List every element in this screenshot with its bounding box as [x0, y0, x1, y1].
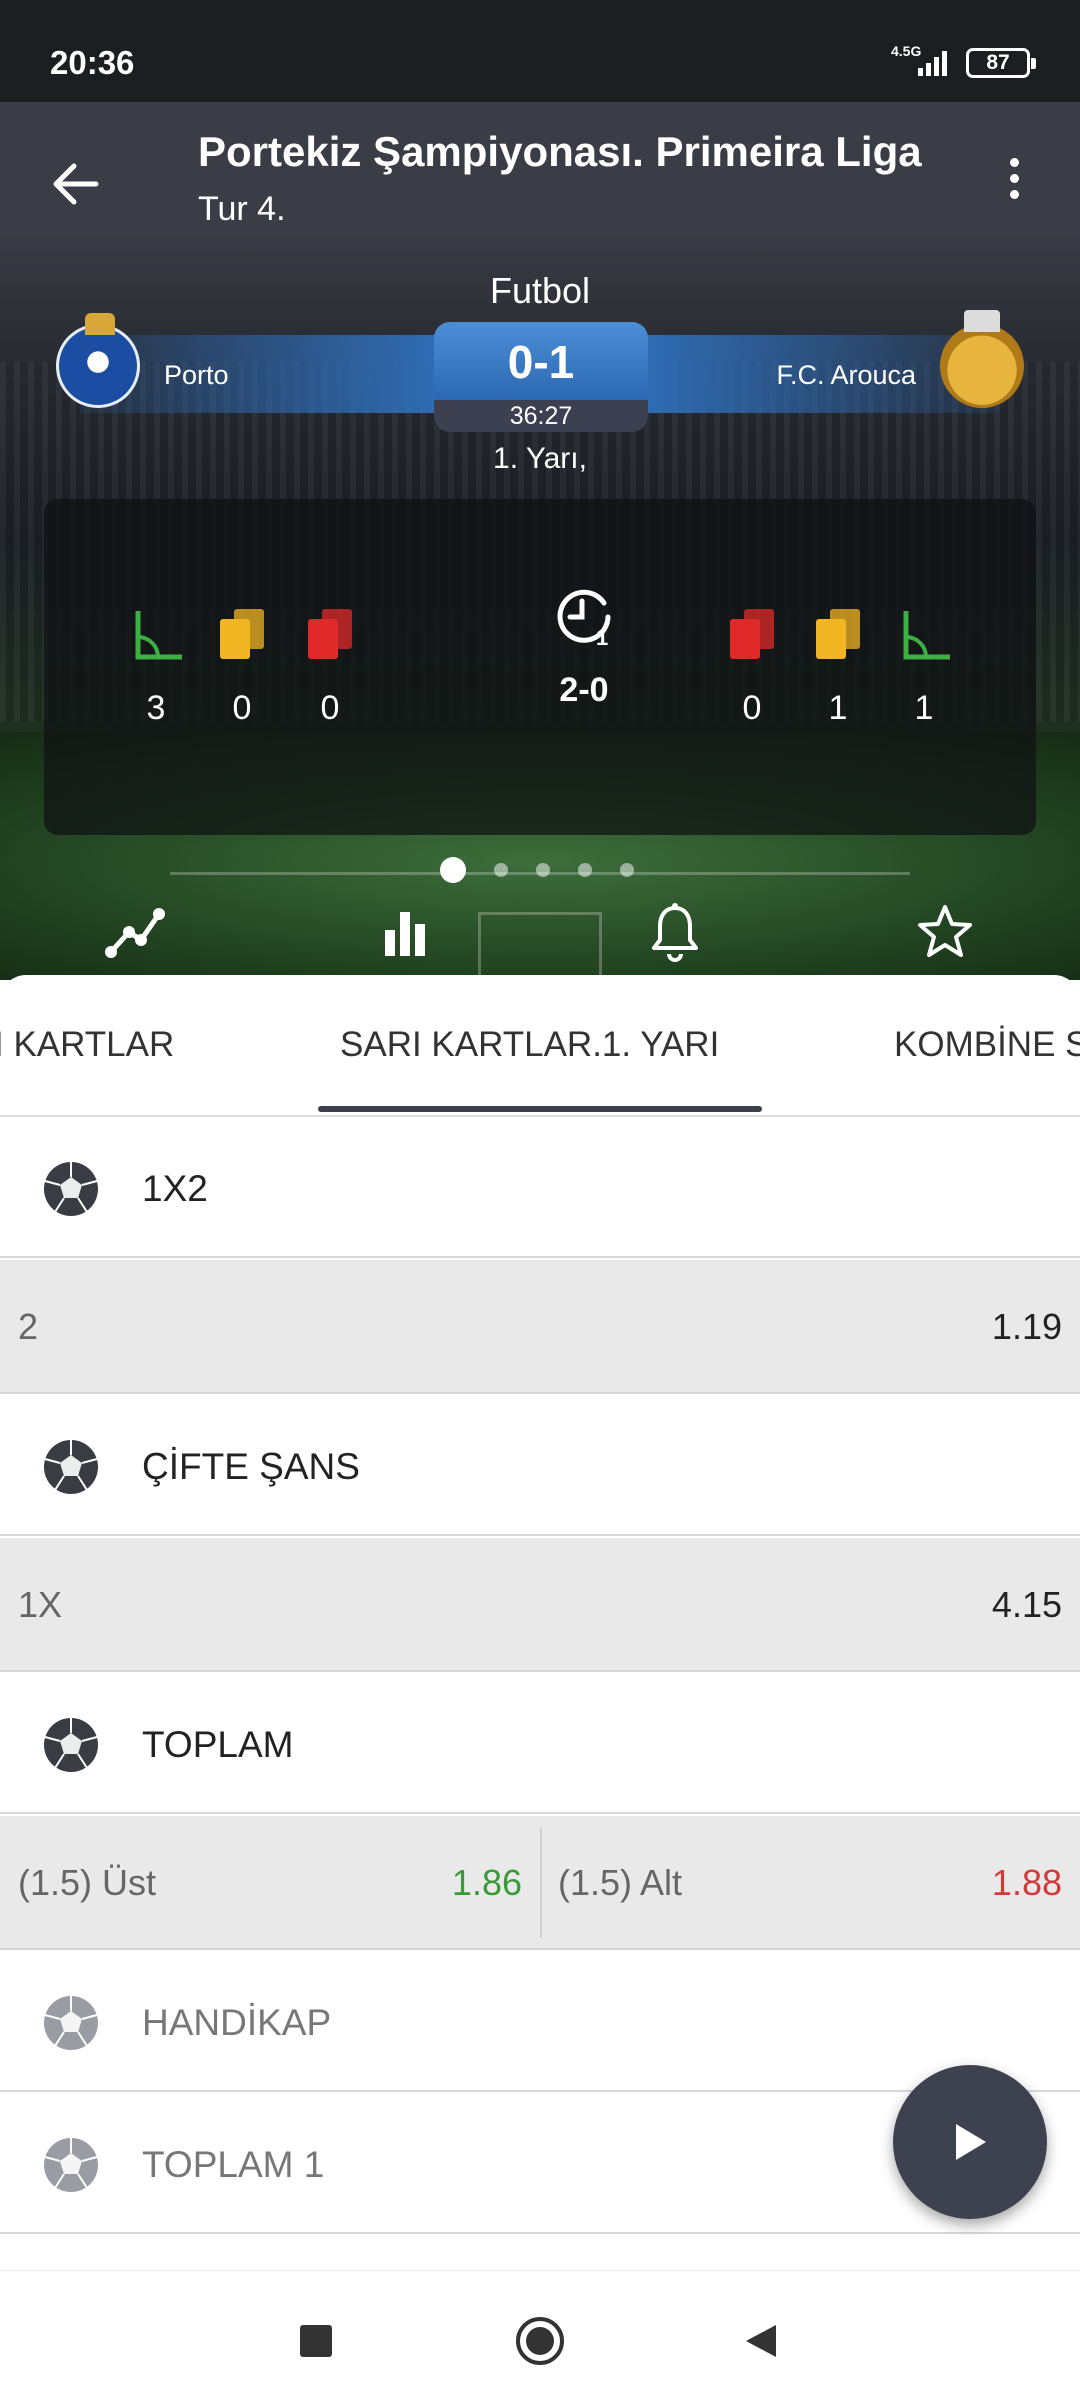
- circle-icon: [516, 2317, 564, 2365]
- yellow-card-icon: [816, 609, 860, 659]
- red-card-icon: [730, 609, 774, 659]
- pager-dot[interactable]: [620, 863, 634, 877]
- score-box: 0-1 36:27: [434, 322, 648, 432]
- away-team-name: F.C. Arouca: [776, 360, 916, 390]
- odds-cell-over[interactable]: (1.5) Üst 1.86: [0, 1816, 540, 1950]
- odd-value-down: 1.88: [991, 1862, 1062, 1903]
- page-subtitle: Tur 4.: [198, 190, 286, 228]
- market-header-handicap[interactable]: HANDİKAP: [0, 1952, 1080, 2092]
- market-tabs: I KARTLAR SARI KARTLAR.1. YARI KOMBİNE S: [0, 975, 1080, 1117]
- corner-flag-icon: [903, 611, 950, 660]
- market-name: HANDİKAP: [142, 2002, 332, 2043]
- tab-cards[interactable]: I KARTLAR: [0, 1025, 174, 1065]
- triangle-back-icon: [746, 2325, 776, 2357]
- status-time: 20:36: [50, 44, 135, 81]
- odd-value: 4.15: [991, 1584, 1062, 1625]
- market-header-1x2[interactable]: 1X2: [0, 1118, 1080, 1258]
- statistics-button[interactable]: [370, 897, 440, 967]
- red-card-icon: [308, 609, 352, 659]
- tab-combined[interactable]: KOMBİNE S: [894, 1025, 1080, 1065]
- live-stream-button[interactable]: [893, 2065, 1047, 2219]
- active-tab-indicator: [318, 1106, 762, 1112]
- battery-icon: 87: [966, 48, 1036, 78]
- live-tracker-button[interactable]: [100, 897, 170, 967]
- market-header-total[interactable]: TOPLAM: [0, 1674, 1080, 1814]
- soccer-ball-icon: [44, 1996, 98, 2050]
- trend-line-icon: [105, 908, 165, 958]
- markets-sheet: I KARTLAR SARI KARTLAR.1. YARI KOMBİNE S…: [0, 975, 1080, 2275]
- pager-dot[interactable]: [440, 857, 466, 883]
- yellow-card-icon: [220, 609, 264, 659]
- outcome-label: 1X: [18, 1584, 63, 1625]
- away-red-cards-count: 0: [742, 689, 762, 727]
- page-title: Portekiz Şampiyonası. Primeira Liga: [198, 128, 922, 175]
- pager-dot[interactable]: [494, 863, 508, 877]
- outcome-label: (1.5) Üst: [18, 1862, 157, 1903]
- kebab-menu-icon: [996, 158, 1032, 199]
- half-time-marker: 1: [596, 625, 608, 647]
- outcome-label: 2: [18, 1306, 39, 1347]
- half-time-score: 2-0: [559, 671, 609, 709]
- away-team-crest: [940, 310, 1024, 408]
- home-yellow-cards-count: 0: [232, 689, 252, 727]
- bell-icon: [652, 903, 698, 962]
- square-icon: [300, 2325, 332, 2357]
- play-icon: [956, 2124, 986, 2160]
- half-time-clock-icon: 1: [552, 583, 616, 650]
- more-options-button[interactable]: [996, 152, 1032, 212]
- odd-value: 1.19: [991, 1306, 1062, 1347]
- battery-level: 87: [986, 51, 1010, 74]
- market-header-double-chance[interactable]: ÇİFTE ŞANS: [0, 1396, 1080, 1536]
- system-nav-bar: [0, 2270, 1080, 2400]
- recents-button[interactable]: [286, 2311, 346, 2371]
- match-action-bar: [0, 897, 1080, 977]
- odds-row-split: (1.5) Üst 1.86 (1.5) Alt 1.88: [0, 1816, 1080, 1950]
- soccer-ball-icon: [44, 1718, 98, 1772]
- soccer-ball-icon: [44, 1162, 98, 1216]
- home-corners-count: 3: [146, 689, 166, 727]
- match-clock: 36:27: [434, 400, 648, 432]
- signal-icon: [918, 51, 947, 76]
- status-bar: 20:36 4.5G 87: [0, 0, 1080, 102]
- bar-chart-icon: [385, 912, 425, 956]
- soccer-ball-icon: [44, 2138, 98, 2192]
- odd-value-up: 1.86: [451, 1862, 522, 1903]
- pager-dot[interactable]: [536, 863, 550, 877]
- pager-dots[interactable]: [440, 856, 634, 884]
- market-name: TOPLAM 1: [142, 2144, 325, 2185]
- away-yellow-cards-count: 1: [828, 689, 848, 727]
- outcome-label: (1.5) Alt: [558, 1862, 683, 1903]
- home-team-crest: [56, 313, 140, 408]
- star-icon: [918, 905, 972, 957]
- home-red-cards-count: 0: [320, 689, 340, 727]
- match-header: Portekiz Şampiyonası. Primeira Liga Tur …: [0, 102, 1080, 980]
- market-name: 1X2: [142, 1168, 208, 1209]
- back-button[interactable]: [44, 152, 108, 216]
- pager-dot[interactable]: [578, 863, 592, 877]
- notifications-button[interactable]: [640, 897, 710, 967]
- market-name: ÇİFTE ŞANS: [142, 1446, 360, 1487]
- back-nav-button[interactable]: [730, 2311, 790, 2371]
- match-period: 1. Yarı,: [493, 442, 587, 475]
- corner-flag-icon: [135, 611, 182, 660]
- soccer-ball-icon: [44, 1440, 98, 1494]
- sport-label: Futbol: [489, 270, 591, 311]
- favorite-button[interactable]: [910, 897, 980, 967]
- arrow-left-icon: [53, 163, 99, 205]
- odds-row[interactable]: 1X 4.15: [0, 1538, 1080, 1672]
- tab-yellow-cards-first-half[interactable]: SARI KARTLAR.1. YARI: [340, 1025, 719, 1065]
- match-stats-card[interactable]: 3 0 0 1 2-0 0 1 1: [44, 499, 1036, 835]
- home-team-name: Porto: [164, 360, 229, 390]
- home-button[interactable]: [510, 2311, 570, 2371]
- odds-row[interactable]: 2 1.19: [0, 1260, 1080, 1394]
- away-corners-count: 1: [914, 689, 934, 727]
- odds-cell-under[interactable]: (1.5) Alt 1.88: [542, 1816, 1080, 1950]
- score: 0-1: [434, 322, 648, 400]
- market-name: TOPLAM: [142, 1724, 294, 1765]
